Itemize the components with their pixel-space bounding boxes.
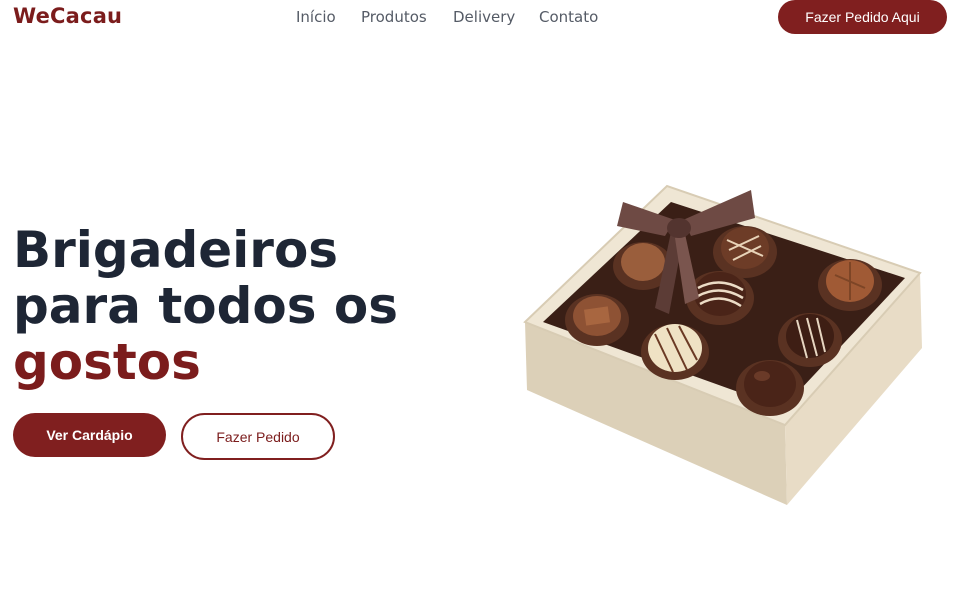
nav-link-delivery[interactable]: Delivery <box>453 8 515 26</box>
navbar: WeCacau Início Produtos Delivery Contato… <box>0 0 958 34</box>
view-menu-button[interactable]: Ver Cardápio <box>13 413 166 457</box>
place-order-button[interactable]: Fazer Pedido <box>181 413 335 460</box>
hero-title-line-1: Brigadeiros <box>13 221 339 279</box>
nav-link-inicio[interactable]: Início <box>296 8 336 26</box>
order-now-button[interactable]: Fazer Pedido Aqui <box>778 0 947 34</box>
chocolate-box-image <box>523 184 922 505</box>
hero-title-accent: gostos <box>13 333 201 391</box>
nav-link-produtos[interactable]: Produtos <box>361 8 427 26</box>
nav-link-contato[interactable]: Contato <box>539 8 598 26</box>
hero-title-line-2: para todos os <box>13 277 399 335</box>
hero-title: Brigadeiros para todos os gostos <box>13 222 433 390</box>
